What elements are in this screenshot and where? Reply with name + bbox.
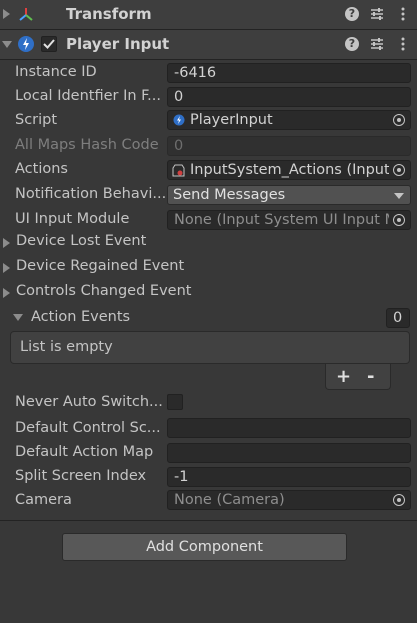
camera-value: None (Camera) bbox=[174, 492, 285, 508]
enabled-checkbox[interactable] bbox=[41, 36, 57, 52]
transform-header[interactable]: Transform ? bbox=[0, 0, 417, 30]
split-screen-index-field[interactable]: -1 bbox=[167, 467, 411, 487]
foldout-arrow-icon[interactable] bbox=[2, 41, 12, 48]
notification-behavior-value: Send Messages bbox=[173, 187, 286, 203]
action-events-header[interactable]: Action Events 0 bbox=[10, 307, 410, 329]
device-regained-event-label: Device Regained Event bbox=[16, 258, 185, 274]
camera-field[interactable]: None (Camera) bbox=[167, 490, 411, 510]
default-control-scheme-label: Default Control Sc... bbox=[15, 420, 161, 436]
presets-icon[interactable] bbox=[370, 37, 384, 51]
controls-changed-event-foldout[interactable]: Controls Changed Event bbox=[0, 282, 300, 304]
ui-input-module-field[interactable]: None (Input System UI Input M bbox=[167, 210, 411, 230]
default-action-map-field[interactable] bbox=[167, 443, 411, 463]
never-auto-switch-label: Never Auto Switch... bbox=[15, 394, 163, 410]
foldout-arrow-icon bbox=[13, 314, 23, 321]
script-field[interactable]: PlayerInput bbox=[167, 110, 411, 130]
all-maps-hash-field: 0 bbox=[167, 136, 411, 156]
script-value: PlayerInput bbox=[190, 112, 273, 128]
object-picker-icon[interactable] bbox=[389, 112, 409, 128]
default-action-map-label: Default Action Map bbox=[15, 444, 154, 460]
foldout-arrow-icon[interactable] bbox=[3, 9, 10, 19]
camera-label: Camera bbox=[15, 492, 72, 508]
script-label: Script bbox=[15, 112, 58, 128]
local-identifier-label: Local Identfier In F... bbox=[15, 88, 162, 104]
object-picker-icon[interactable] bbox=[389, 492, 409, 508]
chevron-down-icon bbox=[394, 193, 404, 199]
add-item-button[interactable]: + bbox=[336, 366, 351, 387]
more-options-icon[interactable] bbox=[396, 7, 410, 21]
notification-behavior-dropdown[interactable]: Send Messages bbox=[167, 185, 411, 205]
local-identifier-field[interactable]: 0 bbox=[167, 87, 411, 107]
remove-item-button[interactable]: - bbox=[367, 366, 374, 387]
foldout-arrow-icon bbox=[3, 263, 10, 273]
player-input-icon bbox=[18, 36, 34, 52]
player-input-script-icon bbox=[173, 114, 185, 126]
actions-field[interactable]: InputSystem_Actions (Input A bbox=[167, 160, 411, 180]
component-title: Player Input bbox=[66, 35, 170, 53]
add-component-button[interactable]: Add Component bbox=[62, 533, 347, 561]
component-title: Transform bbox=[66, 5, 152, 23]
presets-icon[interactable] bbox=[370, 7, 384, 21]
action-events-label: Action Events bbox=[31, 309, 131, 325]
divider bbox=[0, 520, 417, 521]
notification-behavior-label: Notification Behavi... bbox=[15, 186, 167, 202]
never-auto-switch-checkbox[interactable] bbox=[167, 394, 183, 410]
split-screen-index-label: Split Screen Index bbox=[15, 468, 147, 484]
help-icon[interactable]: ? bbox=[345, 7, 359, 21]
device-regained-event-foldout[interactable]: Device Regained Event bbox=[0, 257, 300, 279]
foldout-arrow-icon bbox=[3, 288, 10, 298]
device-lost-event-foldout[interactable]: Device Lost Event bbox=[0, 232, 300, 254]
list-footer: + - bbox=[325, 364, 391, 390]
object-picker-icon[interactable] bbox=[389, 212, 409, 228]
action-events-count[interactable]: 0 bbox=[386, 308, 410, 328]
player-input-header[interactable]: Player Input ? bbox=[0, 30, 417, 60]
actions-label: Actions bbox=[15, 161, 68, 177]
more-options-icon[interactable] bbox=[396, 37, 410, 51]
foldout-arrow-icon bbox=[3, 238, 10, 248]
device-lost-event-label: Device Lost Event bbox=[16, 233, 147, 249]
default-control-scheme-field[interactable] bbox=[167, 418, 411, 438]
instance-id-label: Instance ID bbox=[15, 64, 97, 80]
action-events-list: List is empty bbox=[10, 331, 410, 364]
ui-input-module-label: UI Input Module bbox=[15, 211, 130, 227]
controls-changed-event-label: Controls Changed Event bbox=[16, 283, 192, 299]
transform-icon bbox=[19, 8, 33, 21]
input-actions-asset-icon bbox=[172, 164, 185, 177]
instance-id-field[interactable]: -6416 bbox=[167, 63, 411, 83]
all-maps-hash-label: All Maps Hash Code bbox=[15, 137, 159, 153]
object-picker-icon[interactable] bbox=[389, 162, 409, 178]
ui-input-module-value: None (Input System UI Input M bbox=[174, 212, 398, 228]
actions-value: InputSystem_Actions (Input A bbox=[190, 162, 405, 178]
help-icon[interactable]: ? bbox=[345, 37, 359, 51]
empty-list-text: List is empty bbox=[20, 339, 113, 355]
checkmark-icon bbox=[43, 39, 55, 49]
